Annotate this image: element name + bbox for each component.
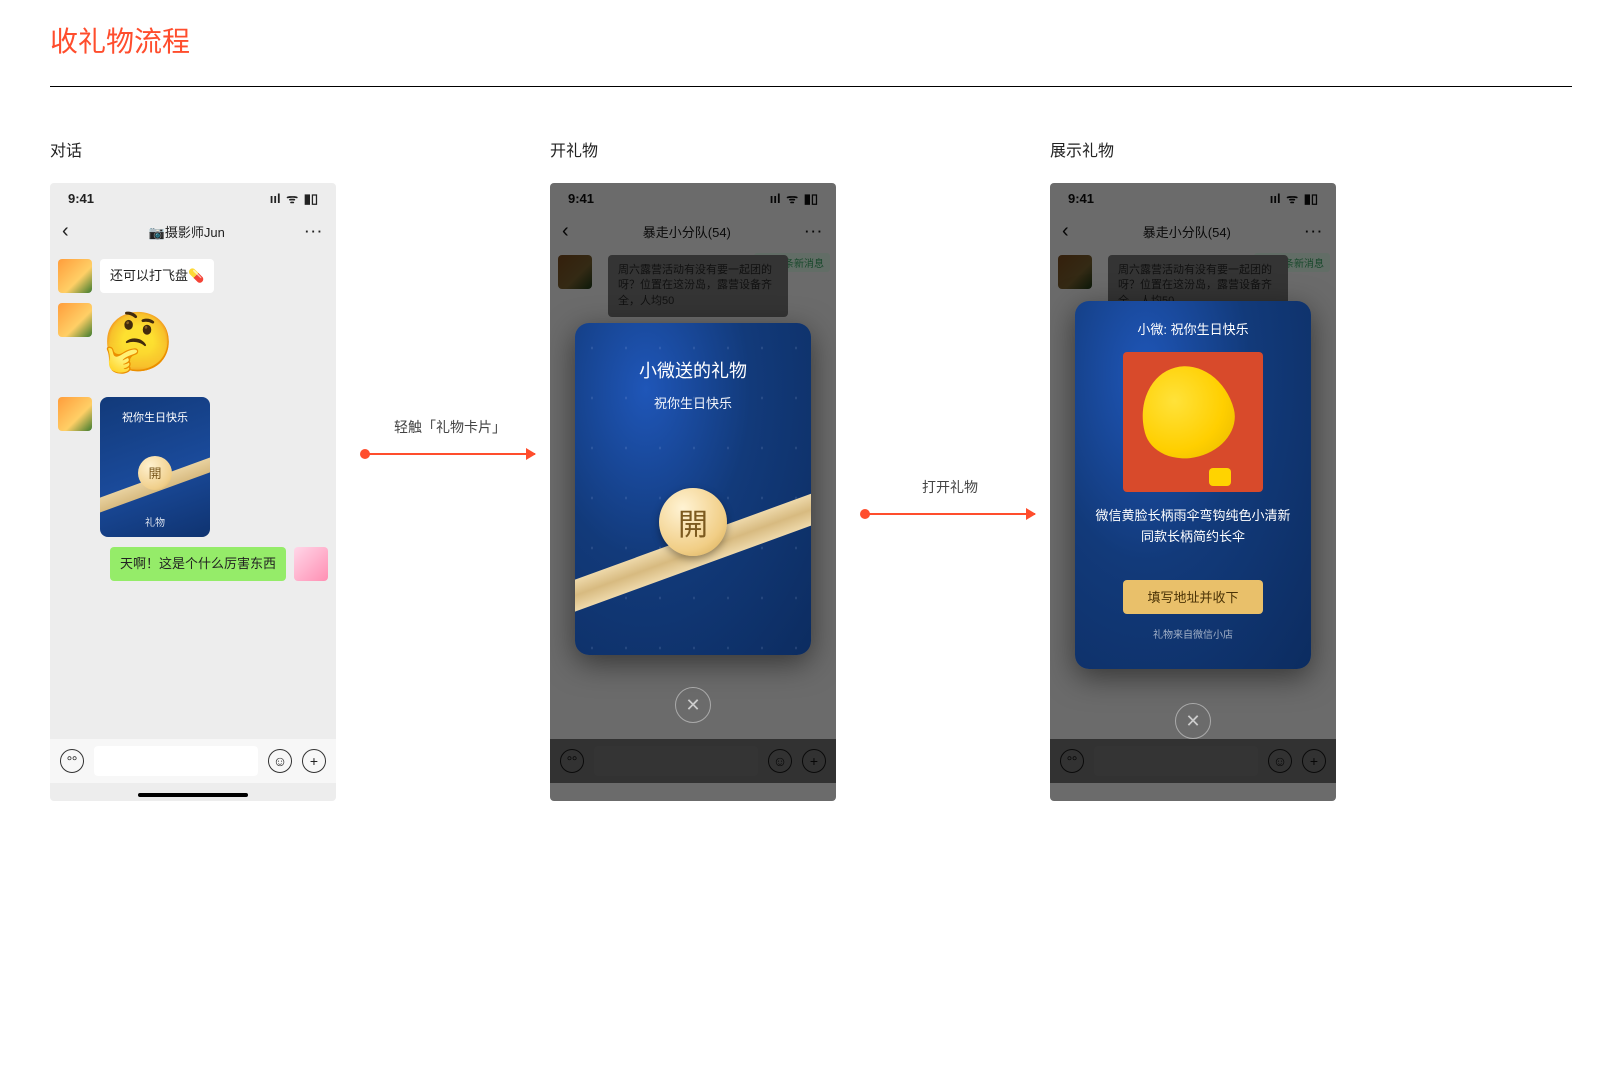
- open-button[interactable]: 開: [659, 488, 727, 556]
- back-icon[interactable]: ‹: [62, 221, 69, 241]
- home-indicator: [138, 793, 248, 797]
- signal-icon: ııl: [270, 191, 281, 206]
- message-input[interactable]: [94, 746, 258, 776]
- reveal-footer: 礼物来自微信小店: [1093, 626, 1293, 641]
- arrow-label: 轻触「礼物卡片」: [394, 417, 506, 437]
- product-name: 微信黄脸长柄雨伞弯钩纯色小清新同款长柄简约长伞: [1093, 506, 1293, 548]
- emoji-icon[interactable]: ☺: [268, 749, 292, 773]
- page-title: 收礼物流程: [50, 20, 1572, 60]
- gift-greeting: 祝你生日快乐: [100, 409, 210, 425]
- more-icon[interactable]: ···: [305, 224, 324, 239]
- flow-arrow: [865, 513, 1035, 515]
- plus-icon[interactable]: +: [302, 749, 326, 773]
- col-label-chat: 对话: [50, 137, 350, 161]
- phone-reveal: 9:41 ııl ᯤ ▮▯ ‹ 暴走小分队(54) ··· ▲ 52条新消息 周…: [1050, 183, 1336, 801]
- gift-card[interactable]: 祝你生日快乐 開 礼物: [100, 397, 210, 537]
- product-image: [1123, 352, 1263, 492]
- nav-title: 📷摄影师Jun: [149, 222, 225, 241]
- arrow-label: 打开礼物: [922, 477, 978, 497]
- col-label-open: 开礼物: [550, 137, 850, 161]
- msg-row-gift: 祝你生日快乐 開 礼物: [58, 397, 328, 537]
- reveal-header: 小微: 祝你生日快乐: [1093, 319, 1293, 338]
- msg-row: 还可以打飞盘💊: [58, 259, 328, 293]
- phone-open: 9:41 ııl ᯤ ▮▯ ‹ 暴走小分队(54) ··· ▲ 52条新消息 周…: [550, 183, 836, 801]
- col-label-reveal: 展示礼物: [1050, 137, 1350, 161]
- thinking-emoji-icon: 🤔: [102, 307, 174, 379]
- chat-bubble: 还可以打飞盘💊: [100, 259, 214, 293]
- chat-input-bar: ༚༚ ☺ +: [50, 739, 336, 783]
- accept-button[interactable]: 填写地址并收下: [1123, 580, 1263, 614]
- gift-open-modal: 小微送的礼物 祝你生日快乐 開: [575, 323, 811, 655]
- msg-row: 天啊！这是个什么厉害东西: [58, 547, 328, 581]
- gift-reveal-modal: 小微: 祝你生日快乐 微信黄脸长柄雨伞弯钩纯色小清新同款长柄简约长伞 填写地址并…: [1075, 301, 1311, 669]
- status-bar: 9:41 ııl ᯤ ▮▯: [50, 183, 336, 213]
- phone-chat: 9:41 ııl ᯤ ▮▯ ‹ 📷摄影师Jun ··· 还可以打飞盘💊 🤔: [50, 183, 336, 801]
- gift-open-coin[interactable]: 開: [138, 456, 172, 490]
- flow-row: 对话 9:41 ııl ᯤ ▮▯ ‹ 📷摄影师Jun ··· 还可以打飞盘💊 🤔: [50, 137, 1572, 801]
- avatar[interactable]: [58, 303, 92, 337]
- voice-icon[interactable]: ༚༚: [60, 749, 84, 773]
- close-icon[interactable]: ✕: [1175, 703, 1211, 739]
- gift-modal-subtitle: 祝你生日快乐: [575, 393, 811, 412]
- gift-modal-title: 小微送的礼物: [575, 357, 811, 383]
- msg-row: 🤔: [58, 303, 328, 387]
- avatar[interactable]: [58, 259, 92, 293]
- status-icons: ııl ᯤ ▮▯: [268, 189, 318, 207]
- status-time: 9:41: [68, 191, 94, 206]
- avatar[interactable]: [294, 547, 328, 581]
- flow-arrow: [365, 453, 535, 455]
- umbrella-icon: [1123, 352, 1263, 492]
- divider: [50, 86, 1572, 87]
- avatar[interactable]: [58, 397, 92, 431]
- battery-icon: ▮▯: [304, 191, 318, 206]
- wifi-icon: ᯤ: [286, 191, 298, 206]
- chat-bubble: 天啊！这是个什么厉害东西: [110, 547, 286, 581]
- nav-bar: ‹ 📷摄影师Jun ···: [50, 213, 336, 249]
- gift-label: 礼物: [100, 514, 210, 529]
- close-icon[interactable]: ✕: [675, 687, 711, 723]
